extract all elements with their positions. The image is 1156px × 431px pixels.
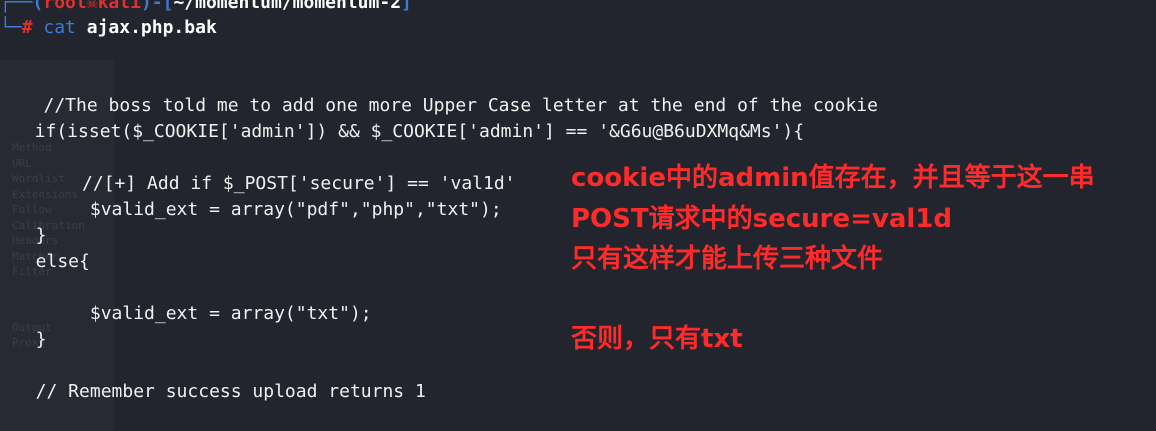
background-panel-item: URL xyxy=(12,156,32,170)
command-line: └─# cat ajax.php.bak xyxy=(0,17,217,38)
terminal-window: Method URL Wordlist Extensions Follow Ca… xyxy=(0,0,1156,431)
prompt-dash: - xyxy=(151,0,163,13)
prompt-symbol: # xyxy=(21,17,33,38)
code-line: } xyxy=(14,225,47,246)
prompt-open-bracket: [ xyxy=(162,0,174,13)
prompt-open-paren: ( xyxy=(32,0,44,13)
prompt-corner-top: ┌── xyxy=(0,0,33,13)
prompt-user: root xyxy=(43,0,87,13)
annotation-post: POST请求中的secure=val1d xyxy=(571,204,952,234)
code-line: } xyxy=(14,329,47,350)
prompt-cwd: ~/momentum/momentum-2 xyxy=(173,0,402,13)
command-name: cat xyxy=(43,17,76,38)
code-line: //The boss told me to add one more Upper… xyxy=(11,95,878,116)
prompt-close-paren: ) xyxy=(140,0,152,13)
code-line: if(isset($_COOKIE['admin']) && $_COOKIE[… xyxy=(13,121,805,142)
code-line: $valid_ext = array("txt"); xyxy=(14,303,372,324)
code-line: else{ xyxy=(14,251,90,272)
skull-icon: ☠ xyxy=(86,0,98,13)
prompt-host: kali xyxy=(97,0,141,13)
command-argument: ajax.php.bak xyxy=(86,17,217,38)
prompt-corner-bottom: └─ xyxy=(0,17,22,38)
background-panel-item: Method xyxy=(12,141,52,154)
code-line: //[+] Add if $_POST['secure'] == 'val1d' xyxy=(17,173,516,194)
code-line: // Remember success upload returns 1 xyxy=(14,381,426,402)
prompt-header: ┌──(root☠kali)-[~/momentum/momentum-2] xyxy=(0,0,412,13)
code-line: $valid_ext = array("pdf","php","txt"); xyxy=(14,199,502,220)
annotation-upload: 只有这样才能上传三种文件 xyxy=(571,244,884,274)
annotation-cookie: cookie中的admin值存在，并且等于这一串 xyxy=(571,163,1095,193)
prompt-close-bracket: ] xyxy=(401,0,412,13)
annotation-else: 否则，只有txt xyxy=(571,324,743,354)
